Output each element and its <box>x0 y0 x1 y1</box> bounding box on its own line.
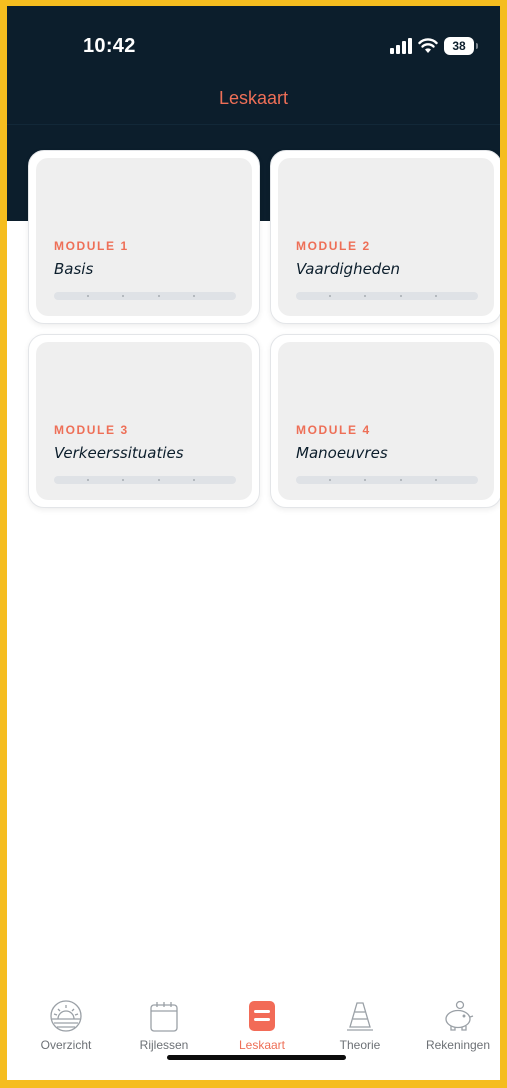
module-label: MODULE 4 <box>296 423 371 437</box>
progress-dot <box>435 295 437 297</box>
module-title: Vaardigheden <box>296 260 401 278</box>
tab-label: Rekeningen <box>425 1038 491 1052</box>
page-title: Leskaart <box>218 88 289 108</box>
progress-dot <box>158 479 160 481</box>
home-indicator[interactable] <box>167 1055 346 1060</box>
wifi-icon <box>418 38 438 53</box>
tab-overzicht[interactable]: Overzicht <box>17 999 115 1052</box>
tab-bar: Overzicht Rijlessen Leskaart Theorie Rek… <box>7 981 500 1080</box>
progress-dot <box>364 295 366 297</box>
tab-theorie[interactable]: Theorie <box>311 999 409 1052</box>
module-label: MODULE 2 <box>296 239 371 253</box>
module-card-body: MODULE 1 Basis <box>36 158 252 316</box>
app-screen: 10:42 38 Leskaart MODULE 1 Basis MODULE … <box>7 6 500 1080</box>
status-time: 10:42 <box>83 35 136 57</box>
progress-dot <box>87 479 89 481</box>
piggy-bank-icon <box>445 1000 474 1031</box>
status-icons: 38 <box>390 35 478 57</box>
module-title: Verkeerssituaties <box>54 444 184 462</box>
cellular-signal-icon <box>390 38 412 54</box>
sun-horizon-icon <box>50 1000 82 1032</box>
module-card-body: MODULE 4 Manoeuvres <box>278 342 494 500</box>
progress-dot <box>435 479 437 481</box>
module-card-body: MODULE 3 Verkeerssituaties <box>36 342 252 500</box>
progress-dot <box>400 295 402 297</box>
tab-label: Overzicht <box>40 1038 92 1052</box>
progress-dot <box>122 479 124 481</box>
module-title: Basis <box>54 260 94 278</box>
progress-dot <box>329 295 331 297</box>
module-card-2[interactable]: MODULE 2 Vaardigheden <box>270 150 500 324</box>
progress-dot <box>87 295 89 297</box>
module-card-4[interactable]: MODULE 4 Manoeuvres <box>270 334 500 508</box>
tab-rekeningen[interactable]: Rekeningen <box>409 999 500 1052</box>
module-card-body: MODULE 2 Vaardigheden <box>278 158 494 316</box>
tab-rijlessen[interactable]: Rijlessen <box>115 999 213 1052</box>
calendar-icon <box>150 1002 178 1032</box>
traffic-cone-icon <box>347 1002 373 1031</box>
header-divider <box>7 124 500 125</box>
module-progress-bar <box>54 292 236 300</box>
module-label: MODULE 3 <box>54 423 129 437</box>
progress-dot <box>158 295 160 297</box>
tab-label: Theorie <box>339 1038 381 1052</box>
module-title: Manoeuvres <box>296 444 388 462</box>
module-label: MODULE 1 <box>54 239 129 253</box>
module-progress-bar <box>54 476 236 484</box>
module-card-3[interactable]: MODULE 3 Verkeerssituaties <box>28 334 260 508</box>
lesson-card-icon <box>249 1001 275 1031</box>
progress-dot <box>193 479 195 481</box>
progress-dot <box>193 295 195 297</box>
progress-dot <box>364 479 366 481</box>
tab-leskaart[interactable]: Leskaart <box>213 999 311 1052</box>
module-progress-bar <box>296 476 478 484</box>
tab-label: Rijlessen <box>139 1038 189 1052</box>
tab-label: Leskaart <box>238 1038 286 1052</box>
progress-dot <box>400 479 402 481</box>
module-card-1[interactable]: MODULE 1 Basis <box>28 150 260 324</box>
module-progress-bar <box>296 292 478 300</box>
battery-level: 38 <box>452 39 466 53</box>
progress-dot <box>329 479 331 481</box>
battery-icon: 38 <box>444 37 478 55</box>
progress-dot <box>122 295 124 297</box>
